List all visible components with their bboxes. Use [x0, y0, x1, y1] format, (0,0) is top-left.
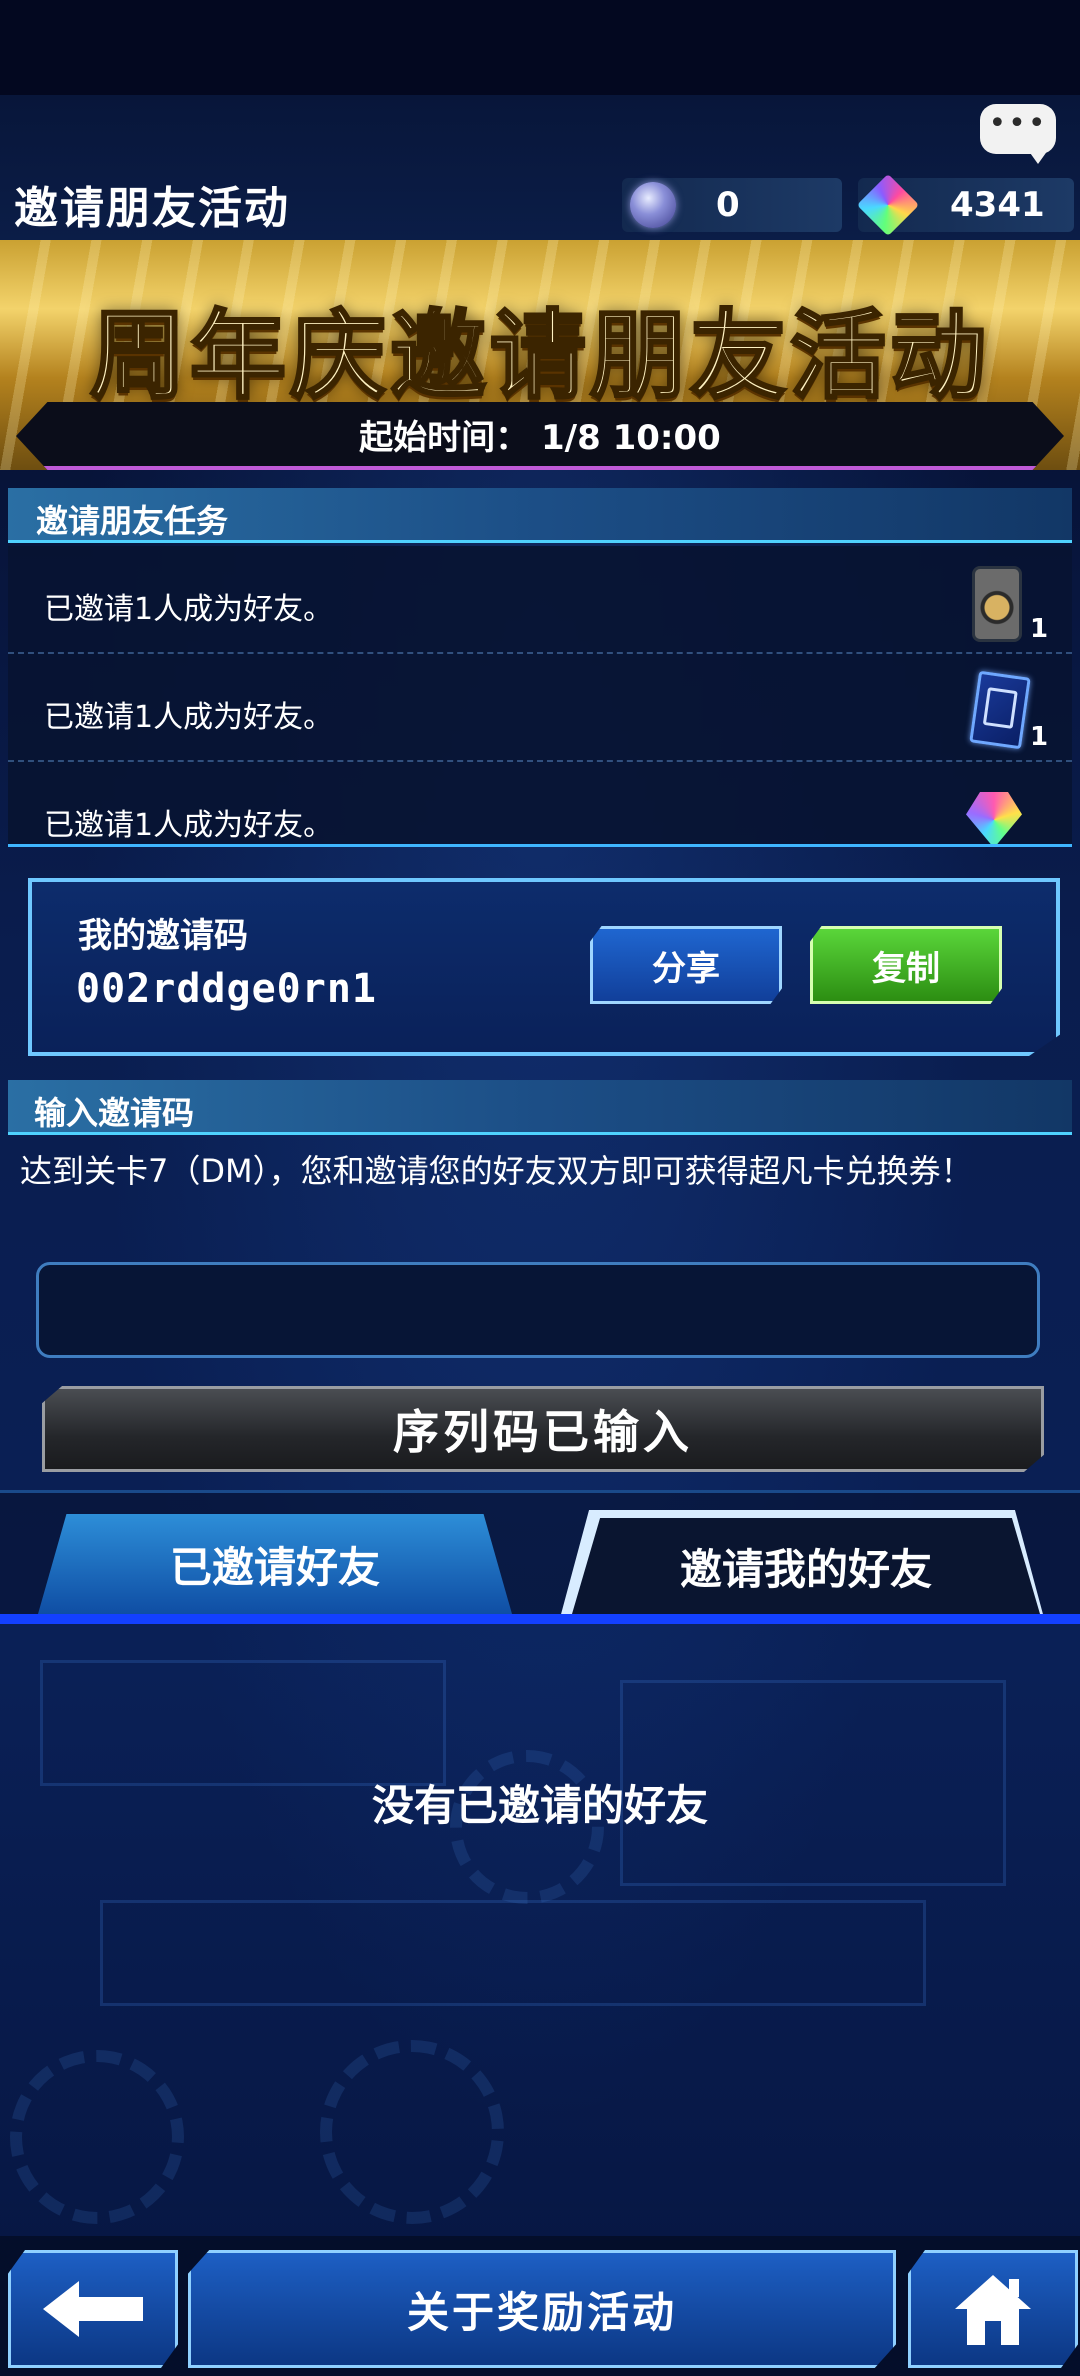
copy-button[interactable]: 复制 [810, 926, 1002, 1004]
task-row: 已邀请1人成为好友。 1 [8, 546, 1072, 654]
orb-currency: 0 [622, 178, 842, 232]
card-pack-icon [969, 670, 1031, 750]
invite-code-value: 002rddge0rn1 [76, 966, 377, 1012]
share-button[interactable]: 分享 [590, 926, 782, 1004]
about-rewards-button[interactable]: 关于奖励活动 [188, 2250, 896, 2368]
invite-code-input[interactable] [36, 1262, 1040, 1358]
back-button[interactable] [8, 2250, 178, 2368]
circuit-decoration [100, 1900, 926, 2006]
enter-code-description: 达到关卡7（DM），您和邀请您的好友双方即可获得超凡卡兑换券！ [20, 1152, 973, 1190]
code-entered-label: 序列码已输入 [393, 1405, 693, 1459]
tab-invited-friends[interactable]: 已邀请好友 [38, 1514, 512, 1614]
tab-friends-who-invited-me[interactable]: 邀请我的好友 [572, 1518, 1040, 1614]
task-row: 已邀请1人成为好友。 1 [8, 654, 1072, 762]
reward-count: 1 [1030, 614, 1049, 644]
chat-button[interactable]: ••• [980, 104, 1056, 164]
enter-code-heading: 输入邀请码 [34, 1094, 195, 1132]
page-title: 邀请朋友活动 [14, 183, 290, 234]
empty-list-message: 没有已邀请的好友 [371, 1781, 708, 1830]
about-rewards-label: 关于奖励活动 [406, 2287, 677, 2337]
task-list[interactable]: 已邀请1人成为好友。 1 已邀请1人成为好友。 1 已邀请1人成为好友。 [8, 546, 1072, 847]
reward-item[interactable] [966, 782, 1026, 844]
invite-friends-screen: 邀请朋友活动 0 4341 ••• 周年庆邀请朋友活动 起始时间： 1/8 10… [0, 0, 1080, 2376]
home-button[interactable] [908, 2250, 1078, 2368]
invite-code-label: 我的邀请码 [78, 916, 248, 956]
tab-underline [0, 1614, 1080, 1624]
banner-title: 周年庆邀请朋友活动 [89, 298, 990, 414]
task-text: 已邀请1人成为好友。 [44, 592, 334, 627]
gem-count: 4341 [950, 185, 1045, 225]
task-text: 已邀请1人成为好友。 [44, 700, 334, 735]
home-icon [955, 2275, 1031, 2345]
circuit-decoration [40, 1660, 446, 1786]
orb-count: 0 [716, 185, 740, 225]
reward-item[interactable] [966, 670, 1031, 752]
gem-icon [856, 173, 920, 237]
start-time-bar: 起始时间： 1/8 10:00 [16, 402, 1064, 470]
duel-disk-icon [972, 566, 1022, 642]
circle-decoration [320, 2040, 504, 2224]
status-strip [0, 0, 1080, 95]
tasks-heading-bar: 邀请朋友任务 [8, 488, 1072, 543]
circle-decoration [10, 2050, 184, 2224]
reward-count: 1 [1030, 722, 1049, 752]
reward-item[interactable] [966, 566, 1026, 644]
copy-button-label: 复制 [872, 948, 940, 989]
start-time: 起始时间： 1/8 10:00 [359, 417, 721, 458]
arrow-left-icon [43, 2281, 143, 2337]
task-row: 已邀请1人成为好友。 [8, 762, 1072, 844]
chat-bubble-icon: ••• [988, 106, 1048, 141]
tab-invited-friends-label: 已邀请好友 [169, 1542, 380, 1592]
tasks-heading: 邀请朋友任务 [36, 502, 229, 540]
gem-currency: 4341 [856, 173, 1074, 237]
share-button-label: 分享 [652, 948, 720, 989]
gem-icon [966, 792, 1022, 844]
enter-code-heading-bar: 输入邀请码 [8, 1080, 1072, 1135]
tab-friends-who-invited-me-label: 邀请我的好友 [679, 1544, 932, 1594]
code-entered-button[interactable]: 序列码已输入 [42, 1386, 1044, 1472]
task-text: 已邀请1人成为好友。 [44, 808, 334, 843]
orb-icon [630, 182, 676, 228]
